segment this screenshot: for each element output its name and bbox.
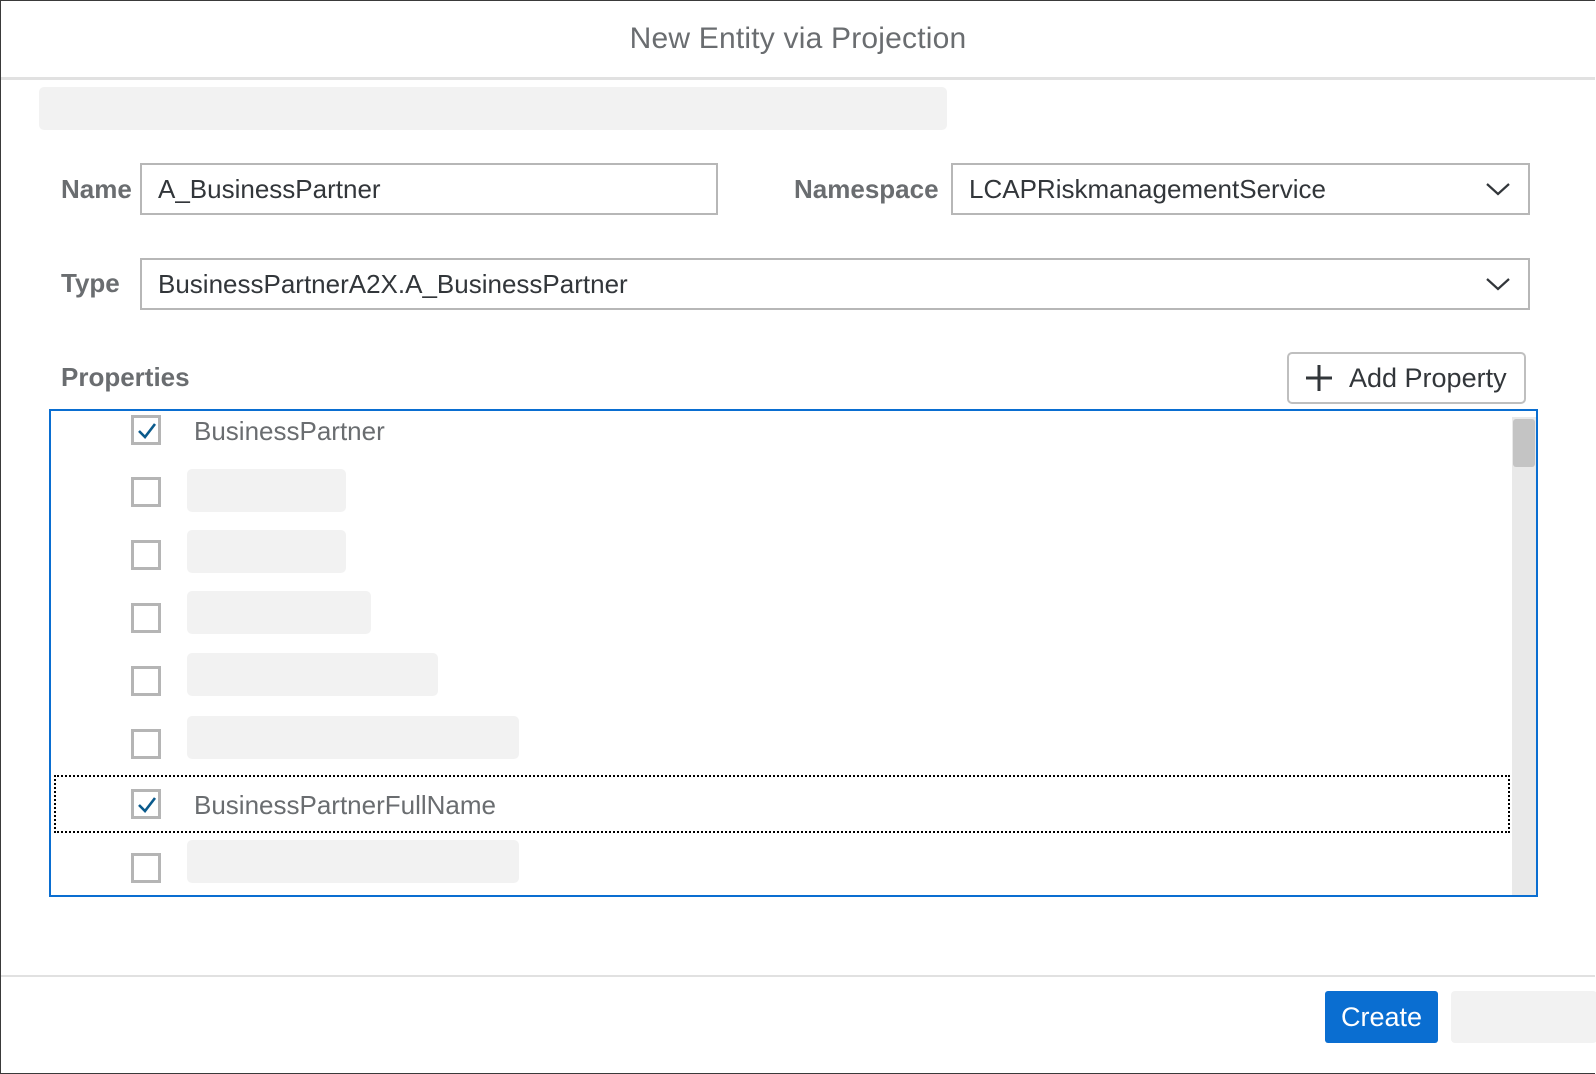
type-label: Type [61,268,120,298]
list-scrollbar[interactable] [1512,417,1536,895]
property-label-placeholder [187,840,519,883]
property-label-placeholder [187,653,438,696]
property-checkbox[interactable] [131,853,161,883]
property-row[interactable] [51,526,1509,582]
property-row[interactable]: BusinessPartnerFullName [54,775,1510,833]
dialog: New Entity via Projection Name A_Busines… [0,0,1596,1074]
property-checkbox[interactable] [131,789,161,819]
property-label-placeholder [187,530,346,573]
create-button-label: Create [1340,1001,1423,1032]
chevron-down-icon[interactable] [1468,165,1528,213]
loading-placeholder [39,87,947,130]
property-label: BusinessPartner [194,416,385,446]
property-row[interactable] [51,839,1509,895]
property-row[interactable]: BusinessPartner [51,411,1509,457]
property-checkbox[interactable] [131,729,161,759]
property-row[interactable] [51,652,1509,708]
name-input-value: A_BusinessPartner [158,173,381,204]
dialog-title: New Entity via Projection [629,22,967,55]
namespace-select-value: LCAPRiskmanagementService [969,173,1326,204]
property-checkbox[interactable] [131,477,161,507]
dialog-footer: Create [1,975,1596,1074]
property-checkbox[interactable] [131,415,161,445]
properties-label: Properties [61,362,190,392]
namespace-select[interactable]: LCAPRiskmanagementService [951,163,1530,215]
property-checkbox[interactable] [131,603,161,633]
properties-list[interactable]: BusinessPartner BusinessPartnerFullName [49,409,1538,897]
page: New Entity via Projection Name A_Busines… [0,0,1596,1074]
name-label: Name [61,174,132,204]
cancel-button-placeholder[interactable] [1451,991,1596,1043]
property-row[interactable] [51,589,1509,645]
list-scrollbar-thumb[interactable] [1513,419,1535,467]
checkmark-icon [138,797,157,813]
property-checkbox[interactable] [131,540,161,570]
checkmark-icon [138,423,157,439]
name-input[interactable]: A_BusinessPartner [140,163,718,215]
property-checkbox[interactable] [131,666,161,696]
property-label-placeholder [187,591,371,634]
property-label-placeholder [187,716,519,759]
add-property-button[interactable]: Add Property [1287,352,1526,404]
property-row[interactable] [51,715,1509,771]
dialog-header: New Entity via Projection [1,1,1595,80]
add-property-label: Add Property [1349,362,1507,393]
property-label: BusinessPartnerFullName [194,790,497,820]
chevron-down-icon[interactable] [1468,260,1528,308]
property-label-placeholder [187,469,346,512]
plus-icon [1306,365,1332,391]
create-button[interactable]: Create [1325,991,1438,1043]
property-row[interactable] [51,463,1509,519]
type-select-value: BusinessPartnerA2X.A_BusinessPartner [158,268,628,299]
type-select[interactable]: BusinessPartnerA2X.A_BusinessPartner [140,258,1530,310]
namespace-label: Namespace [794,174,939,204]
